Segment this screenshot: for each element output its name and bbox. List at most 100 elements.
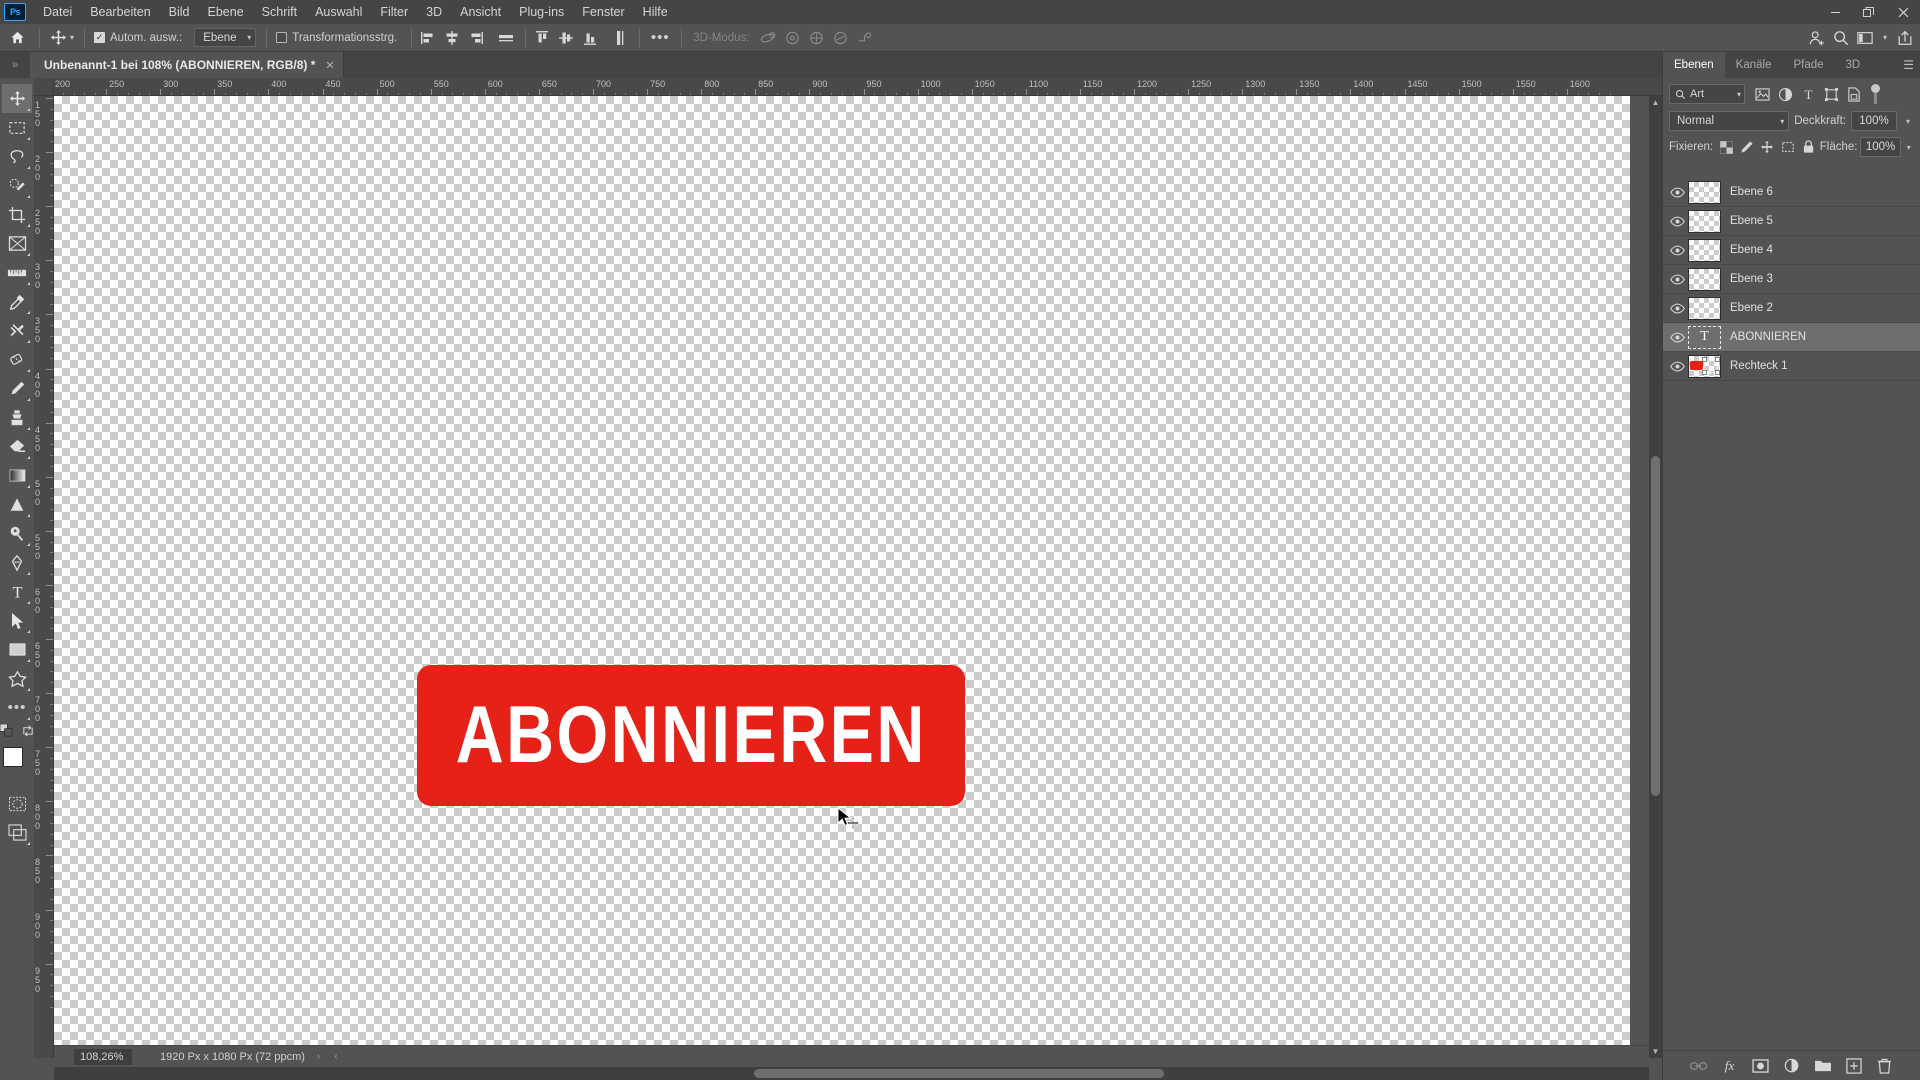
checkbox-glyph[interactable]: ✓ <box>94 32 106 43</box>
menu-item-filter[interactable]: Filter <box>371 2 417 22</box>
vertical-ruler[interactable]: 1 5 0 2 0 0 2 5 0 3 0 0 3 5 0 4 0 0 4 5 0 5 0 0… <box>34 96 54 1058</box>
scroll-down-icon[interactable]: ▼ <box>1649 1045 1662 1058</box>
tool-lasso[interactable] <box>2 142 32 171</box>
tab-pfade[interactable]: Pfade <box>1782 52 1834 78</box>
vertical-scrollbar-thumb[interactable] <box>1651 456 1660 796</box>
menu-item-ansicht[interactable]: Ansicht <box>451 2 510 22</box>
tool-eraser[interactable] <box>2 432 32 461</box>
distribute-vertical-icon[interactable] <box>609 27 631 49</box>
layer-visibility-eye-icon[interactable] <box>1666 207 1688 236</box>
menu-item-hilfe[interactable]: Hilfe <box>634 2 677 22</box>
tool-rectangle[interactable] <box>2 635 32 664</box>
horizontal-scrollbar-thumb[interactable] <box>754 1069 1164 1078</box>
lock-position-icon[interactable] <box>1759 137 1776 157</box>
tool-clone-stamp[interactable] <box>2 403 32 432</box>
quick-mask-toggle[interactable] <box>2 789 32 818</box>
layer-row[interactable]: Ebene 6 <box>1663 178 1920 207</box>
tab-ebenen[interactable]: Ebenen <box>1663 52 1725 78</box>
layer-visibility-eye-icon[interactable] <box>1666 178 1688 207</box>
menu-item-plugins[interactable]: Plug-ins <box>510 2 573 22</box>
screen-mode-toggle[interactable] <box>2 818 32 847</box>
home-icon[interactable] <box>0 30 34 45</box>
tool-custom-shape[interactable] <box>2 664 32 693</box>
layer-thumbnail[interactable] <box>1688 238 1721 262</box>
filter-enable-toggle[interactable] <box>1870 84 1880 104</box>
tool-sharpen[interactable] <box>2 490 32 519</box>
scroll-up-icon[interactable]: ▲ <box>1649 96 1662 109</box>
layer-thumbnail[interactable]: T <box>1688 325 1721 349</box>
more-options-button[interactable]: ••• <box>645 27 675 49</box>
new-adjustment-layer-icon[interactable] <box>1782 1056 1802 1076</box>
zoom-level-field[interactable]: 108,26% <box>74 1048 132 1065</box>
lock-all-icon[interactable] <box>1799 137 1816 157</box>
filter-type-icon[interactable]: T <box>1797 83 1819 105</box>
layer-visibility-eye-icon[interactable] <box>1666 323 1688 352</box>
layer-row[interactable]: Rechteck 1 <box>1663 352 1920 381</box>
layer-visibility-eye-icon[interactable] <box>1666 236 1688 265</box>
opacity-value-field[interactable]: 100% <box>1851 111 1897 131</box>
tool-pen[interactable] <box>2 548 32 577</box>
tool-gradient[interactable] <box>2 461 32 490</box>
horizontal-ruler[interactable]: 200 250 300 350 400 450 500 550 600 650 700 750 800 8… <box>54 78 1662 96</box>
status-prev-arrow[interactable]: ‹ <box>334 1051 337 1062</box>
chevron-down-icon[interactable]: ▾ <box>70 33 74 42</box>
new-group-icon[interactable] <box>1813 1056 1833 1076</box>
new-layer-icon[interactable] <box>1844 1056 1864 1076</box>
layer-row[interactable]: Ebene 3 <box>1663 265 1920 294</box>
auto-select-scope-dropdown[interactable]: Ebene ▾ <box>194 28 257 47</box>
menu-item-fenster[interactable]: Fenster <box>573 2 633 22</box>
tool-more[interactable]: ••• <box>2 693 32 722</box>
chevron-down-icon[interactable]: ▾ <box>1878 27 1892 49</box>
transform-controls-checkbox[interactable]: Transformationsstrg. <box>272 32 401 44</box>
vertical-scrollbar[interactable]: ▲ ▼ <box>1649 96 1662 1058</box>
menu-item-auswahl[interactable]: Auswahl <box>306 2 371 22</box>
checkbox-glyph[interactable] <box>276 32 288 43</box>
tool-eyedropper[interactable] <box>2 287 32 316</box>
fill-value-field[interactable]: 100% <box>1860 137 1901 157</box>
default-colors-icon[interactable] <box>0 724 13 737</box>
layer-row[interactable]: Ebene 2 <box>1663 294 1920 323</box>
share-user-icon[interactable] <box>1806 27 1828 49</box>
document-canvas[interactable]: ABONNIEREN <box>54 96 1630 1054</box>
horizontal-scrollbar[interactable] <box>54 1067 1649 1080</box>
filter-pixel-icon[interactable] <box>1751 83 1773 105</box>
align-top-edges-icon[interactable] <box>531 27 553 49</box>
align-bottom-edges-icon[interactable] <box>579 27 601 49</box>
auto-select-checkbox[interactable]: ✓ Autom. ausw.: <box>90 32 186 44</box>
fill-chevron-icon[interactable]: ▾ <box>1904 143 1914 152</box>
layer-visibility-eye-icon[interactable] <box>1666 294 1688 323</box>
filter-adjustment-icon[interactable] <box>1774 83 1796 105</box>
layer-row[interactable]: Ebene 4 <box>1663 236 1920 265</box>
tool-patch[interactable] <box>2 345 32 374</box>
opacity-chevron-icon[interactable]: ▾ <box>1902 117 1914 126</box>
lock-artboard-nesting-icon[interactable] <box>1779 137 1796 157</box>
tool-path-selection[interactable] <box>2 606 32 635</box>
panel-menu-icon[interactable]: ☰ <box>1903 52 1914 78</box>
layer-visibility-eye-icon[interactable] <box>1666 352 1688 381</box>
tool-crop[interactable] <box>2 200 32 229</box>
tool-ruler[interactable] <box>2 258 32 287</box>
tool-brush[interactable] <box>2 374 32 403</box>
layer-list[interactable]: Ebene 6 Ebene 5 Ebene 4 Ebene 3 Ebene 2 T ABON… <box>1663 178 1920 1050</box>
align-left-edges-icon[interactable] <box>417 27 439 49</box>
tool-healing-brush[interactable] <box>2 316 32 345</box>
tab-kanaele[interactable]: Kanäle <box>1725 52 1783 78</box>
filter-kind-dropdown[interactable]: Art ▾ <box>1669 84 1745 104</box>
layer-thumbnail[interactable] <box>1688 296 1721 320</box>
close-icon[interactable]: ✕ <box>325 59 334 72</box>
status-next-arrow[interactable]: › <box>317 1051 320 1062</box>
delete-layer-icon[interactable] <box>1875 1056 1895 1076</box>
filter-shape-icon[interactable] <box>1820 83 1842 105</box>
layer-thumbnail[interactable] <box>1688 209 1721 233</box>
tool-quick-selection[interactable] <box>2 171 32 200</box>
align-horizontal-centers-icon[interactable] <box>441 27 463 49</box>
menu-item-bild[interactable]: Bild <box>160 2 199 22</box>
tool-rectangular-marquee[interactable] <box>2 113 32 142</box>
menu-item-datei[interactable]: Datei <box>34 2 81 22</box>
layer-thumbnail[interactable] <box>1688 267 1721 291</box>
maximize-button[interactable] <box>1852 0 1886 24</box>
layer-thumbnail[interactable] <box>1688 354 1721 378</box>
lock-transparent-pixels-icon[interactable] <box>1718 137 1735 157</box>
export-icon[interactable] <box>1894 27 1916 49</box>
menu-item-bearbeiten[interactable]: Bearbeiten <box>81 2 159 22</box>
